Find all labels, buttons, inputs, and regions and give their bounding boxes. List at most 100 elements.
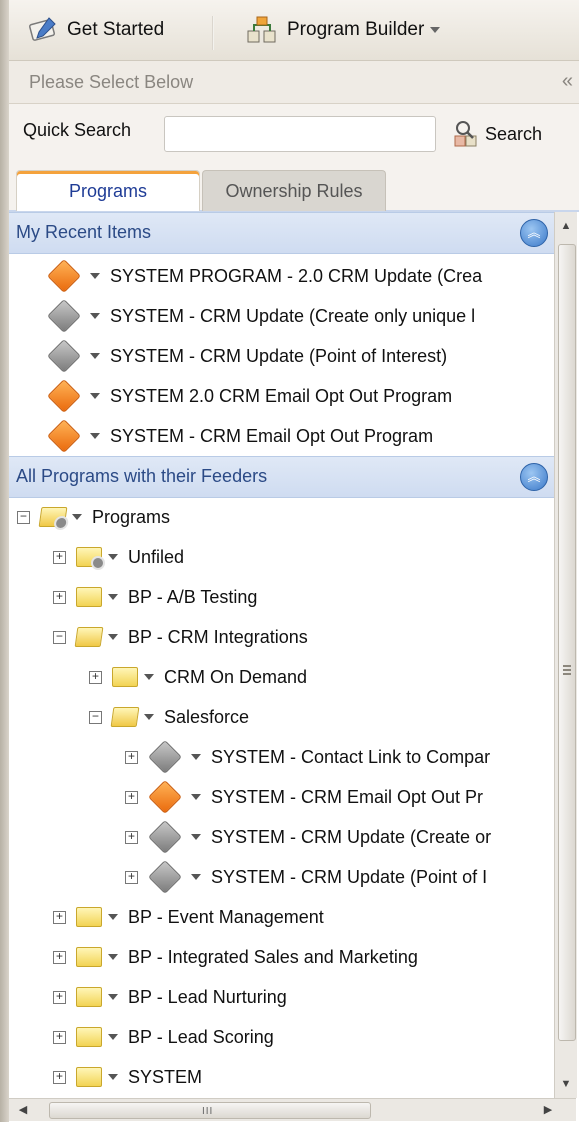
chevron-down-icon[interactable] (108, 594, 118, 600)
all-programs-title: All Programs with their Feeders (16, 466, 268, 486)
collapse-panel-icon[interactable]: « (562, 70, 573, 93)
recent-item[interactable]: SYSTEM 2.0 CRM Email Opt Out Program (47, 378, 452, 414)
expand-icon[interactable]: + (125, 870, 138, 884)
scroll-down-arrow-icon[interactable]: ▼ (558, 1076, 574, 1092)
tree-node[interactable]: + BP - Lead Nurturing (53, 979, 287, 1015)
tree-node[interactable]: − Salesforce (89, 699, 249, 735)
recent-item[interactable]: SYSTEM - CRM Update (Point of Interest) (47, 338, 447, 374)
collapse-icon[interactable]: − (17, 510, 30, 524)
tree-node[interactable]: + SYSTEM - CRM Update (Create or (125, 819, 491, 855)
tree-node-label: BP - CRM Integrations (128, 626, 308, 647)
collapse-up-icon[interactable]: ︽ (520, 463, 548, 491)
tree-node-label: Salesforce (164, 706, 250, 727)
chevron-down-icon[interactable] (108, 634, 118, 640)
expand-icon[interactable]: + (53, 1070, 66, 1084)
horizontal-scroll-thumb[interactable]: III (49, 1102, 371, 1119)
all-programs-header[interactable]: All Programs with their Feeders ︽ (9, 456, 554, 498)
chevron-down-icon[interactable] (108, 1074, 118, 1080)
program-gray-diamond-icon (148, 740, 182, 774)
scroll-right-arrow-icon[interactable]: ▶ (540, 1102, 556, 1118)
search-button-label: Search (485, 123, 543, 144)
chevron-down-icon[interactable] (90, 353, 100, 359)
tree-node[interactable]: + BP - Lead Scoring (53, 1019, 274, 1055)
chevron-down-icon[interactable] (191, 834, 201, 840)
tab-programs[interactable]: Programs (16, 170, 200, 211)
scroll-up-arrow-icon[interactable]: ▲ (558, 218, 574, 234)
program-builder-button[interactable]: Program Builder (245, 16, 441, 44)
horizontal-scrollbar[interactable]: ◀ III ▶ (9, 1098, 576, 1121)
tree-node[interactable]: + SYSTEM - CRM Update (Point of I (125, 859, 487, 895)
quick-search-input[interactable] (164, 116, 436, 152)
chevron-down-icon[interactable] (108, 1034, 118, 1040)
collapse-icon[interactable]: − (53, 630, 66, 644)
tree-node[interactable]: + SYSTEM (53, 1059, 202, 1095)
tree-node[interactable]: − BP - CRM Integrations (53, 619, 308, 655)
expand-icon[interactable]: + (53, 550, 66, 564)
expand-icon[interactable]: + (53, 590, 66, 604)
tree-node[interactable]: + SYSTEM - CRM Email Opt Out Pr (125, 779, 483, 815)
expand-icon[interactable]: + (89, 670, 102, 684)
folder-icon (112, 667, 138, 687)
tree-node[interactable]: + BP - Event Management (53, 899, 324, 935)
chevron-down-icon[interactable] (144, 714, 154, 720)
tree-node[interactable]: + SYSTEM - Contact Link to Compar (125, 739, 490, 775)
select-header-title: Please Select Below (29, 72, 194, 92)
chevron-down-icon[interactable] (90, 393, 100, 399)
program-orange-diamond-icon (47, 379, 81, 413)
vertical-scroll-thumb[interactable] (558, 244, 576, 1041)
tree-node[interactable]: + CRM On Demand (89, 659, 307, 695)
folder-open-icon (74, 627, 104, 647)
scroll-left-arrow-icon[interactable]: ◀ (15, 1102, 31, 1118)
expand-icon[interactable]: + (125, 790, 138, 804)
tree-node-label: BP - Lead Nurturing (128, 986, 287, 1007)
expand-icon[interactable]: + (125, 830, 138, 844)
recent-items-title: My Recent Items (16, 222, 152, 242)
chevron-down-icon[interactable] (191, 794, 201, 800)
tree-node-label: BP - Integrated Sales and Marketing (128, 946, 418, 967)
folder-icon (76, 947, 102, 967)
folder-gear-icon (76, 547, 105, 570)
expand-icon[interactable]: + (53, 910, 66, 924)
tree-node[interactable]: − Programs (17, 499, 170, 535)
expand-icon[interactable]: + (53, 1030, 66, 1044)
recent-item-label: SYSTEM 2.0 CRM Email Opt Out Program (110, 385, 453, 406)
expand-icon[interactable]: + (53, 950, 66, 964)
chevron-down-icon[interactable] (108, 554, 118, 560)
collapse-up-icon[interactable]: ︽ (520, 219, 548, 247)
chevron-down-icon[interactable] (108, 994, 118, 1000)
chevron-down-icon[interactable] (191, 874, 201, 880)
search-button[interactable]: Search (449, 116, 542, 152)
tree-node[interactable]: + BP - A/B Testing (53, 579, 257, 615)
chevron-down-icon[interactable] (191, 754, 201, 760)
recent-item[interactable]: SYSTEM - CRM Email Opt Out Program (47, 418, 433, 454)
chevron-down-icon[interactable] (90, 273, 100, 279)
tree-node[interactable]: + Unfiled (53, 539, 184, 575)
collapse-icon[interactable]: − (89, 710, 102, 724)
search-icon (454, 121, 477, 147)
recent-item[interactable]: SYSTEM PROGRAM - 2.0 CRM Update (Crea (47, 258, 482, 294)
folder-icon (76, 587, 102, 607)
get-started-button[interactable]: Get Started (27, 16, 164, 44)
recent-items-header[interactable]: My Recent Items ︽ (9, 212, 554, 254)
tree-node-label: BP - Event Management (128, 906, 324, 927)
window-left-edge (0, 0, 9, 1122)
chevron-down-icon[interactable] (72, 514, 82, 520)
scroll-grip-icon (563, 665, 571, 677)
folder-icon (76, 907, 102, 927)
chevron-down-icon[interactable] (144, 674, 154, 680)
expand-icon[interactable]: + (53, 990, 66, 1004)
recent-item[interactable]: SYSTEM - CRM Update (Create only unique … (47, 298, 475, 334)
tree-node[interactable]: + BP - Integrated Sales and Marketing (53, 939, 418, 975)
chevron-down-icon[interactable] (90, 313, 100, 319)
tab-ownership-rules[interactable]: Ownership Rules (202, 170, 386, 211)
select-header: Please Select Below « (9, 61, 579, 104)
expand-icon[interactable]: + (125, 750, 138, 764)
chevron-down-icon[interactable] (90, 433, 100, 439)
vertical-scrollbar[interactable]: ▲ ▼ (554, 212, 577, 1098)
toolbar: Get Started Program Builder (9, 0, 579, 61)
program-orange-diamond-icon (47, 419, 81, 453)
chevron-down-icon[interactable] (108, 914, 118, 920)
chevron-down-icon[interactable] (108, 954, 118, 960)
program-orange-diamond-icon (148, 780, 182, 814)
recent-item-label: SYSTEM - CRM Update (Create only unique … (110, 305, 476, 326)
